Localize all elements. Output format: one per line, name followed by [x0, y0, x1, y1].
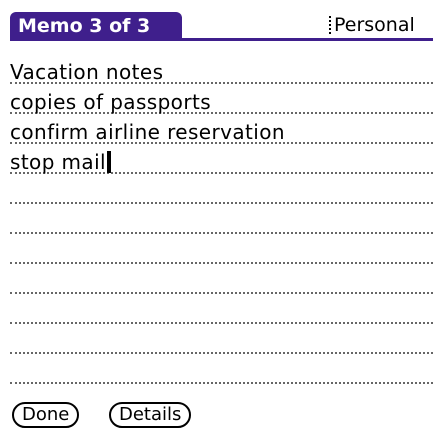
memo-line-text: copies of passports: [10, 90, 212, 114]
category-label: Personal: [334, 14, 415, 36]
memo-line-2[interactable]: copies of passports: [10, 84, 433, 114]
details-button[interactable]: Details: [109, 402, 192, 428]
memo-body[interactable]: Vacation notes copies of passports confi…: [10, 54, 433, 394]
memo-title: Memo 3 of 3: [10, 12, 182, 40]
memo-line-9[interactable]: [10, 294, 433, 324]
text-cursor: [107, 151, 112, 173]
memo-line-8[interactable]: [10, 264, 433, 294]
title-underline: [10, 38, 433, 41]
memo-line-1[interactable]: Vacation notes: [10, 54, 433, 84]
memo-line-4[interactable]: stop mail: [10, 144, 433, 174]
done-button[interactable]: Done: [12, 402, 80, 428]
memo-line-text: stop mail: [10, 150, 107, 174]
memo-line-11[interactable]: [10, 354, 433, 384]
memo-line-5[interactable]: [10, 174, 433, 204]
memo-line-text: confirm airline reservation: [10, 120, 285, 144]
memo-line-text: Vacation notes: [10, 60, 164, 84]
memo-line-7[interactable]: [10, 234, 433, 264]
memo-line-10[interactable]: [10, 324, 433, 354]
category-picker[interactable]: Personal: [328, 12, 433, 38]
title-bar: Memo 3 of 3 Personal: [10, 12, 433, 41]
memo-line-3[interactable]: confirm airline reservation: [10, 114, 433, 144]
memo-line-4-content: stop mail: [10, 150, 112, 174]
memo-line-6[interactable]: [10, 204, 433, 234]
